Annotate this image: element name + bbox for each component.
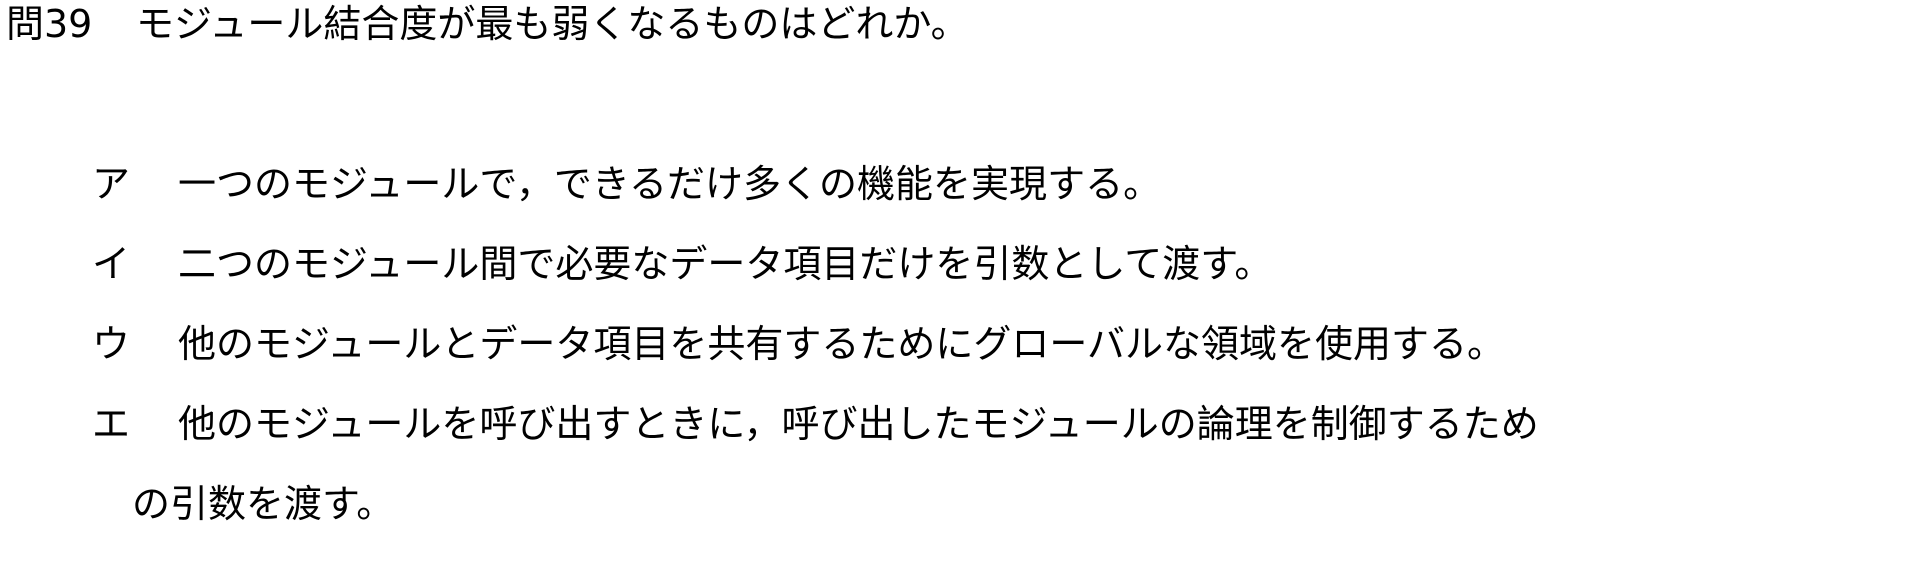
choice-a: ア 一つのモジュールで，できるだけ多くの機能を実現する。	[92, 162, 1539, 242]
choice-text: 他のモジュールを呼び出すときに，呼び出したモジュールの論理を制御するため	[178, 402, 1539, 446]
choice-text: 一つのモジュールで，できるだけ多くの機能を実現する。	[178, 162, 1162, 206]
choice-label: ウ	[92, 322, 131, 366]
choice-i: イ 二つのモジュール間で必要なデータ項目だけを引数として渡す。	[92, 242, 1539, 322]
choice-label: イ	[92, 242, 131, 286]
choice-label: ア	[92, 162, 131, 206]
choice-text: 二つのモジュール間で必要なデータ項目だけを引数として渡す。	[178, 242, 1273, 286]
question-line: 問39 モジュール結合度が最も弱くなるものはどれか。	[6, 2, 969, 46]
choice-e-continuation: の引数を渡す。	[132, 482, 395, 526]
question-text: モジュール結合度が最も弱くなるものはどれか。	[136, 2, 969, 46]
choice-text: 他のモジュールとデータ項目を共有するためにグローバルな領域を使用する。	[178, 322, 1505, 366]
question-number: 問39	[6, 2, 93, 46]
choice-e: エ 他のモジュールを呼び出すときに，呼び出したモジュールの論理を制御するため	[92, 402, 1539, 482]
choice-label: エ	[92, 402, 131, 446]
answer-choices: ア 一つのモジュールで，できるだけ多くの機能を実現する。 イ 二つのモジュール間で必…	[92, 162, 1539, 526]
choice-u: ウ 他のモジュールとデータ項目を共有するためにグローバルな領域を使用する。	[92, 322, 1539, 402]
